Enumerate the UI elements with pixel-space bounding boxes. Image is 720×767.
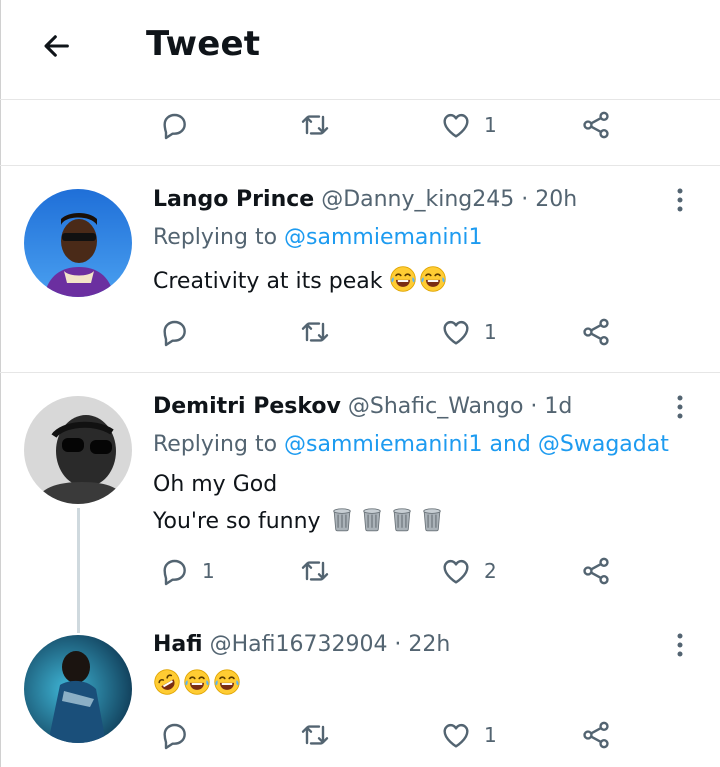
tweet-text: You're so funny <box>153 505 448 534</box>
mention-link[interactable]: @sammiemanini1 <box>284 225 482 250</box>
tweet-header: Hafi @Hafi16732904 · 22h <box>153 632 450 657</box>
like-icon <box>440 555 472 587</box>
wastebasket-emoji-icon <box>388 505 416 533</box>
replying-to-label: Replying to <box>153 432 285 457</box>
retweet-button[interactable] <box>298 555 332 587</box>
share-icon <box>580 109 612 141</box>
share-icon <box>580 316 612 348</box>
share-icon <box>580 555 612 587</box>
reply-button[interactable]: 1 <box>158 555 215 587</box>
more-icon <box>677 395 683 419</box>
mention-link[interactable]: @sammiemanini1 <box>284 432 482 457</box>
display-name[interactable]: Lango Prince <box>153 187 314 212</box>
laughing-tears-emoji-icon <box>389 265 417 293</box>
like-count: 1 <box>484 723 497 747</box>
laughing-tears-emoji-icon <box>213 668 241 696</box>
like-icon <box>440 316 472 348</box>
like-icon <box>440 109 472 141</box>
tweet-text-line: Creativity at its peak <box>153 269 383 294</box>
avatar[interactable] <box>24 189 132 297</box>
retweet-icon <box>298 719 332 751</box>
retweet-icon <box>298 555 332 587</box>
share-icon <box>580 719 612 751</box>
like-button[interactable]: 2 <box>440 555 497 587</box>
more-options-button[interactable] <box>670 631 690 661</box>
avatar[interactable] <box>24 396 132 504</box>
display-name[interactable]: Demitri Peskov <box>153 394 341 419</box>
wastebasket-emoji-icon <box>358 505 386 533</box>
reply-button[interactable] <box>158 719 190 751</box>
share-button[interactable] <box>580 316 612 348</box>
user-handle[interactable]: @Danny_king245 <box>321 187 514 212</box>
reply-count: 1 <box>202 559 215 583</box>
more-options-button[interactable] <box>670 393 690 423</box>
back-button[interactable] <box>36 26 76 66</box>
replying-to-conjunction: and <box>482 432 538 457</box>
wastebasket-emoji-icon <box>328 505 356 533</box>
more-icon <box>677 188 683 212</box>
retweet-icon <box>298 109 332 141</box>
tweet-text: Creativity at its peak <box>153 265 449 294</box>
user-handle[interactable]: @Hafi16732904 <box>210 632 388 657</box>
reply-icon <box>158 109 190 141</box>
back-arrow-icon <box>44 35 69 57</box>
like-count: 1 <box>484 113 497 137</box>
retweet-button[interactable] <box>298 719 332 751</box>
avatar[interactable] <box>24 635 132 743</box>
reply-icon <box>158 719 190 751</box>
tweet-text <box>153 668 243 697</box>
top-bar: Tweet <box>0 0 720 100</box>
avatar-image <box>24 189 132 297</box>
window-left-edge <box>0 0 1 767</box>
reply-button[interactable] <box>158 316 190 348</box>
share-button[interactable] <box>580 719 612 751</box>
retweet-button[interactable] <box>298 109 332 141</box>
more-icon <box>677 633 683 657</box>
display-name[interactable]: Hafi <box>153 632 203 657</box>
reply-button[interactable] <box>158 109 190 141</box>
separator-dot: · <box>387 632 409 657</box>
laughing-tears-emoji-icon <box>419 265 447 293</box>
more-options-button[interactable] <box>670 186 690 216</box>
retweet-icon <box>298 316 332 348</box>
divider <box>0 165 720 166</box>
mention-link[interactable]: @Swagadat <box>538 432 669 457</box>
like-icon <box>440 719 472 751</box>
wastebasket-emoji-icon <box>418 505 446 533</box>
tweet-header: Demitri Peskov @Shafic_Wango · 1d <box>153 394 572 419</box>
laughing-tears-emoji-icon <box>183 668 211 696</box>
tweet-header: Lango Prince @Danny_king245 · 20h <box>153 187 577 212</box>
retweet-button[interactable] <box>298 316 332 348</box>
like-count: 1 <box>484 320 497 344</box>
timestamp[interactable]: 22h <box>408 632 450 657</box>
tweet-text-line: You're so funny <box>153 509 321 534</box>
avatar-image <box>24 396 132 504</box>
share-button[interactable] <box>580 555 612 587</box>
replying-to: Replying to @sammiemanini1 <box>153 225 483 250</box>
timestamp[interactable]: 1d <box>544 394 572 419</box>
tweet-text-line: Oh my God <box>153 472 278 497</box>
separator-dot: · <box>523 394 545 419</box>
reply-icon <box>158 316 190 348</box>
like-button[interactable]: 1 <box>440 316 497 348</box>
like-count: 2 <box>484 559 497 583</box>
user-handle[interactable]: @Shafic_Wango <box>348 394 524 419</box>
avatar-image <box>24 635 132 743</box>
thread-connector <box>77 508 80 633</box>
replying-to-label: Replying to <box>153 225 285 250</box>
divider <box>0 372 720 373</box>
share-button[interactable] <box>580 109 612 141</box>
reply-icon <box>158 555 190 587</box>
rolling-laughing-emoji-icon <box>153 668 181 696</box>
separator-dot: · <box>514 187 536 212</box>
like-button[interactable]: 1 <box>440 719 497 751</box>
replying-to: Replying to @sammiemanini1 and @Swagadat <box>153 432 669 457</box>
timestamp[interactable]: 20h <box>535 187 577 212</box>
like-button[interactable]: 1 <box>440 109 497 141</box>
page-title: Tweet <box>146 24 261 64</box>
